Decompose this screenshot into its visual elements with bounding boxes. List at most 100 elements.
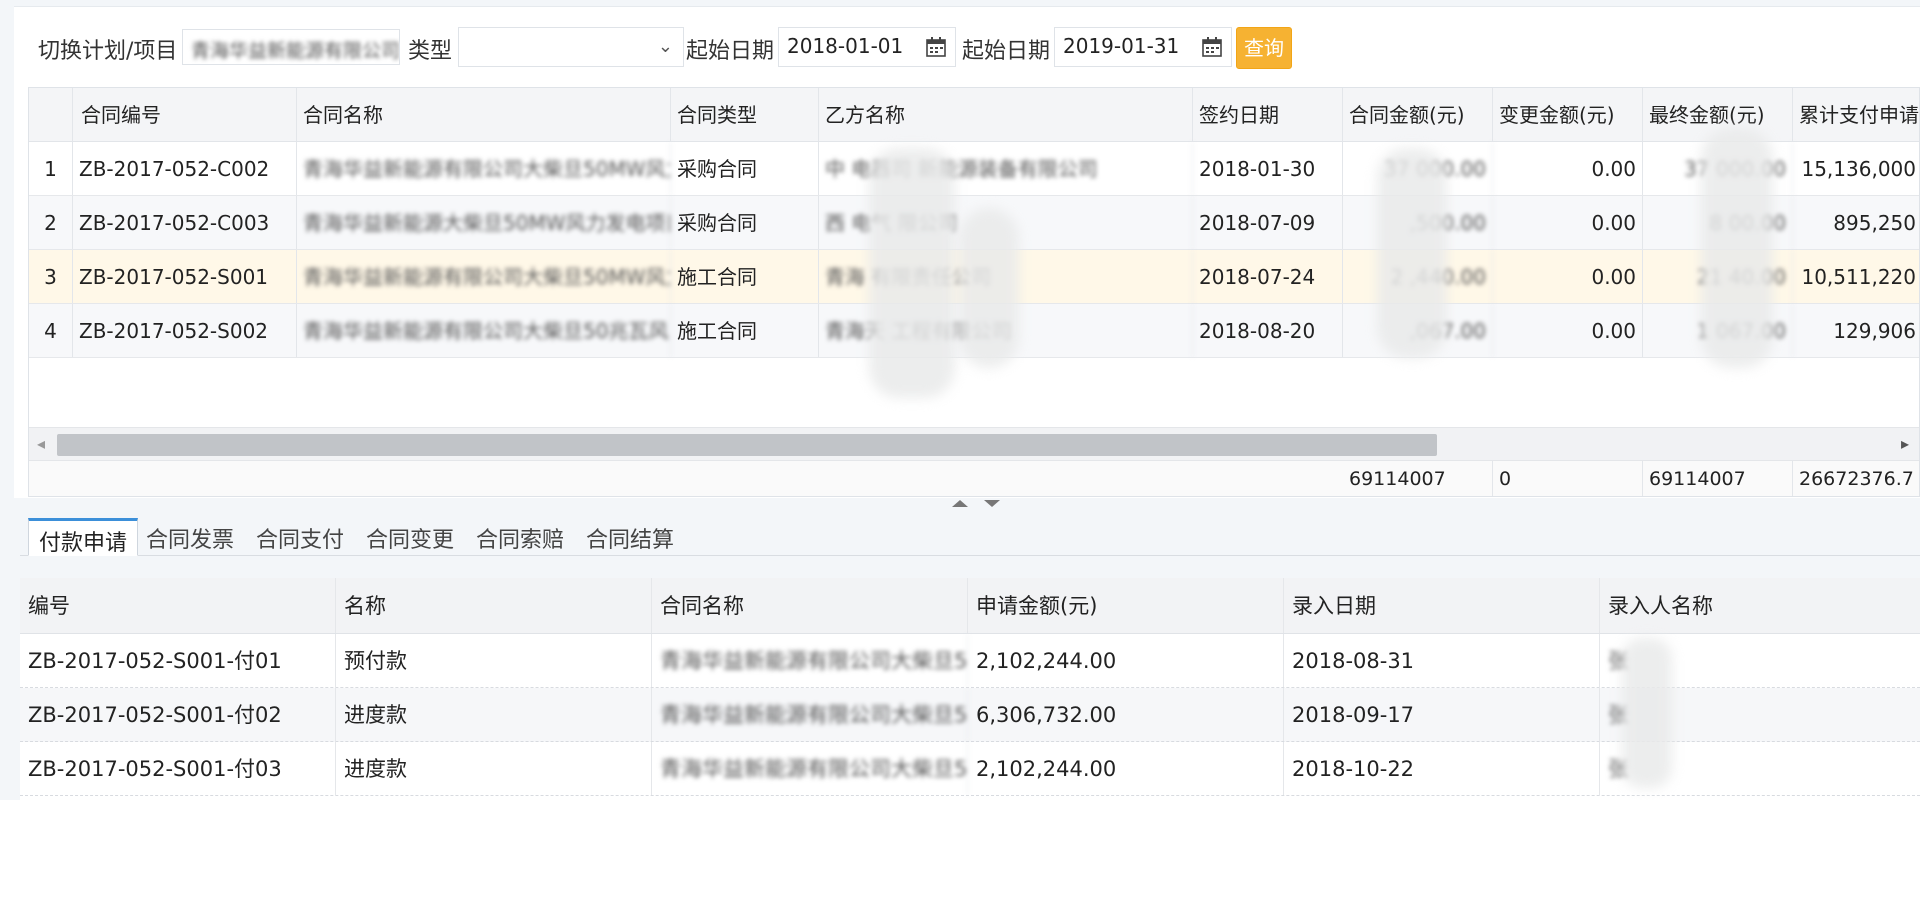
sign-date: 2018-07-24 [1193, 250, 1343, 303]
contracts-grid-header: 合同编号 合同名称 合同类型 乙方名称 签约日期 合同金额(元) 变更金额(元)… [29, 88, 1919, 142]
header-entry-date[interactable]: 录入日期 [1284, 578, 1600, 633]
header-payment-name[interactable]: 名称 [336, 578, 652, 633]
header-contract-name[interactable]: 合同名称 [652, 578, 968, 633]
entry-date: 2018-08-31 [1284, 634, 1600, 687]
redaction-mosaic [1622, 638, 1672, 788]
contract-type: 施工合同 [671, 250, 819, 303]
payment-no: ZB-2017-052-S001-付02 [20, 688, 336, 741]
header-paid-requested[interactable]: 累计支付申请 [1793, 88, 1919, 141]
header-entry-user[interactable]: 录入人名称 [1600, 578, 1920, 633]
start-date-value-1: 2018-01-01 [787, 34, 904, 58]
payment-no: ZB-2017-052-S001-付01 [20, 634, 336, 687]
type-select[interactable]: ⌄ [458, 27, 684, 67]
chevron-down-icon: ⌄ [657, 36, 673, 57]
filter-toolbar: 切换计划/项目 青海华益新能源有限公司 类型 ⌄ 起始日期 2018-01-01… [14, 23, 1920, 71]
change-amount: 0.00 [1493, 304, 1643, 357]
sign-date: 2018-01-30 [1193, 142, 1343, 195]
start-date-label-1: 起始日期 [686, 39, 775, 64]
contracts-grid: 合同编号 合同名称 合同类型 乙方名称 签约日期 合同金额(元) 变更金额(元)… [28, 87, 1920, 497]
start-date-input-2[interactable]: 2019-01-31 [1054, 27, 1232, 67]
contract-no: ZB-2017-052-C002 [73, 142, 297, 195]
contract-no: ZB-2017-052-S001 [73, 250, 297, 303]
header-request-amount[interactable]: 申请金额(元) [968, 578, 1284, 633]
sign-date: 2018-07-09 [1193, 196, 1343, 249]
contract-name: 青海华益新能源有限公司大柴旦50MW风力 [297, 142, 671, 195]
start-date-input-1[interactable]: 2018-01-01 [778, 27, 956, 67]
redaction-mosaic [869, 148, 955, 398]
contract-type: 采购合同 [671, 142, 819, 195]
header-sign-date[interactable]: 签约日期 [1193, 88, 1343, 141]
query-button[interactable]: 查询 [1236, 27, 1292, 69]
tab-contract-claim[interactable]: 合同索赔 [466, 518, 574, 556]
type-label: 类型 [408, 39, 453, 64]
row-number: 4 [29, 304, 73, 357]
tab-payment-request[interactable]: 付款申请 [28, 518, 139, 556]
contract-no: ZB-2017-052-C003 [73, 196, 297, 249]
row-number: 1 [29, 142, 73, 195]
detail-tabs: 付款申请 合同发票 合同支付 合同变更 合同索赔 合同结算 [20, 510, 1920, 556]
table-row[interactable]: 1 ZB-2017-052-C002 青海华益新能源有限公司大柴旦50MW风力 … [29, 142, 1919, 196]
header-party-b[interactable]: 乙方名称 [819, 88, 1193, 141]
tab-contract-settlement[interactable]: 合同结算 [576, 518, 684, 556]
scroll-left-arrow-icon[interactable]: ◂ [37, 434, 45, 453]
total-paid-requested: 26672376.7 [1793, 461, 1919, 496]
contract-name: 青海华益新能源有限公司大柴旦50兆瓦风电 [297, 304, 671, 357]
total-final-amount: 69114007 [1643, 461, 1793, 496]
contract-type: 施工合同 [671, 304, 819, 357]
payment-name: 预付款 [336, 634, 652, 687]
row-number: 3 [29, 250, 73, 303]
header-change-amount[interactable]: 变更金额(元) [1493, 88, 1643, 141]
horizontal-scrollbar[interactable]: ◂ ▸ [29, 427, 1919, 461]
request-amount: 6,306,732.00 [968, 688, 1284, 741]
paid-requested: 15,136,000 [1793, 142, 1919, 195]
calendar-icon[interactable] [925, 36, 947, 58]
request-amount: 2,102,244.00 [968, 742, 1284, 795]
contract-name: 青海华益新能源有限公司大柴旦50MW风力 [297, 250, 671, 303]
payment-name: 进度款 [336, 688, 652, 741]
payment-contract-name: 青海华益新能源有限公司大柴旦50M [652, 742, 968, 795]
total-change-amount: 0 [1493, 461, 1643, 496]
panel-splitter-handle[interactable] [940, 499, 1012, 507]
change-amount: 0.00 [1493, 250, 1643, 303]
paid-requested: 895,250 [1793, 196, 1919, 249]
filter-and-contract-panel: 切换计划/项目 青海华益新能源有限公司 类型 ⌄ 起始日期 2018-01-01… [14, 6, 1920, 498]
calendar-icon[interactable] [1201, 36, 1223, 58]
payment-no: ZB-2017-052-S001-付03 [20, 742, 336, 795]
payments-grid: 编号 名称 合同名称 申请金额(元) 录入日期 录入人名称 ZB-2017-05… [20, 578, 1920, 800]
header-contract-name[interactable]: 合同名称 [297, 88, 671, 141]
header-contract-type[interactable]: 合同类型 [671, 88, 819, 141]
contract-no: ZB-2017-052-S002 [73, 304, 297, 357]
header-contract-amount[interactable]: 合同金额(元) [1343, 88, 1493, 141]
tab-contract-change[interactable]: 合同变更 [356, 518, 464, 556]
payment-contract-name: 青海华益新能源有限公司大柴旦50M [652, 688, 968, 741]
plan-project-label: 切换计划/项目 [38, 39, 178, 64]
header-payment-no[interactable]: 编号 [20, 578, 336, 633]
request-amount: 2,102,244.00 [968, 634, 1284, 687]
paid-requested: 129,906 [1793, 304, 1919, 357]
paid-requested: 10,511,220 [1793, 250, 1919, 303]
change-amount: 0.00 [1493, 142, 1643, 195]
plan-project-field[interactable]: 青海华益新能源有限公司 [182, 29, 400, 65]
payment-contract-name: 青海华益新能源有限公司大柴旦50M [652, 634, 968, 687]
redaction-mosaic [1377, 148, 1447, 358]
sign-date: 2018-08-20 [1193, 304, 1343, 357]
tab-contract-payment[interactable]: 合同支付 [246, 518, 354, 556]
scroll-right-arrow-icon[interactable]: ▸ [1901, 434, 1909, 453]
empty-area [0, 800, 1920, 920]
payment-name: 进度款 [336, 742, 652, 795]
total-contract-amount: 69114007 [1343, 461, 1493, 496]
contract-name: 青海华益新能源大柴旦50MW风力发电项目 [297, 196, 671, 249]
header-contract-no[interactable]: 合同编号 [73, 88, 297, 141]
start-date-label-2: 起始日期 [962, 39, 1051, 64]
entry-date: 2018-09-17 [1284, 688, 1600, 741]
row-number: 2 [29, 196, 73, 249]
redaction-mosaic [959, 208, 1019, 368]
start-date-value-2: 2019-01-31 [1063, 34, 1180, 58]
redaction-mosaic [1701, 128, 1773, 368]
totals-row: 69114007 0 69114007 26672376.7 [29, 461, 1919, 496]
tab-contract-invoice[interactable]: 合同发票 [136, 518, 244, 556]
change-amount: 0.00 [1493, 196, 1643, 249]
scrollbar-thumb[interactable] [57, 434, 1437, 456]
contract-type: 采购合同 [671, 196, 819, 249]
payments-grid-header: 编号 名称 合同名称 申请金额(元) 录入日期 录入人名称 [20, 578, 1920, 634]
